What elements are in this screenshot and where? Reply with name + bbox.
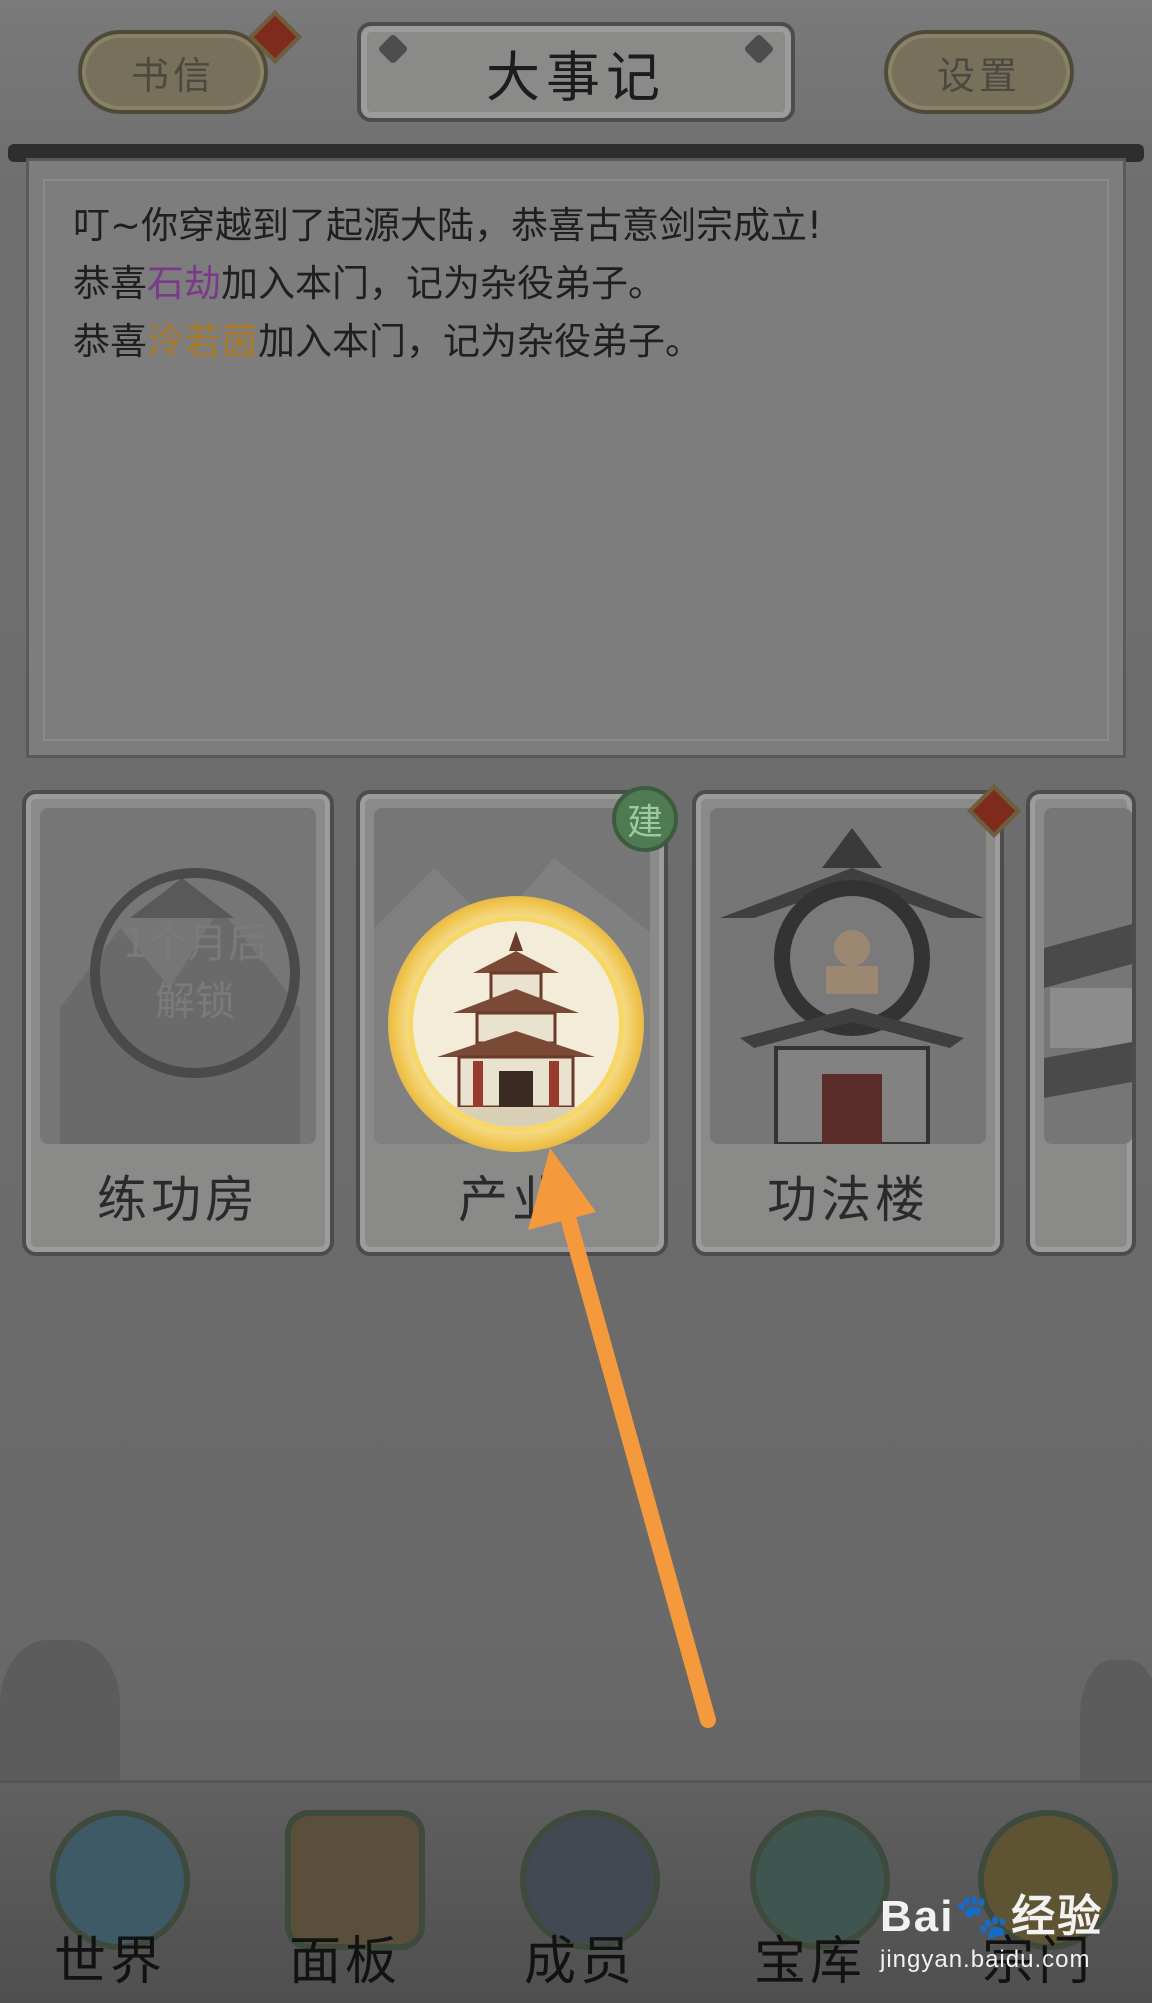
- nav-panel[interactable]: 面板: [255, 1790, 435, 2000]
- nav-world[interactable]: 世界: [20, 1790, 200, 2000]
- baidu-jingyan-watermark: Bai🐾经验 jingyan.baidu.com: [880, 1880, 1130, 1980]
- nav-label: 宝库: [753, 1932, 866, 1992]
- nav-label: 成员: [523, 1932, 636, 1992]
- nav-members[interactable]: 成员: [490, 1790, 670, 2000]
- nav-treasury[interactable]: 宝库: [720, 1790, 900, 2000]
- arrow-head-icon: [528, 1148, 596, 1230]
- arrow-shaft: [558, 1202, 716, 1728]
- watermark-url: jingyan.baidu.com: [880, 1946, 1091, 1973]
- nav-label: 世界: [53, 1932, 166, 1992]
- pointer-arrow: [528, 1148, 716, 1728]
- watermark-brand: Bai🐾经验: [880, 1892, 1104, 1941]
- nav-label: 面板: [288, 1932, 401, 1992]
